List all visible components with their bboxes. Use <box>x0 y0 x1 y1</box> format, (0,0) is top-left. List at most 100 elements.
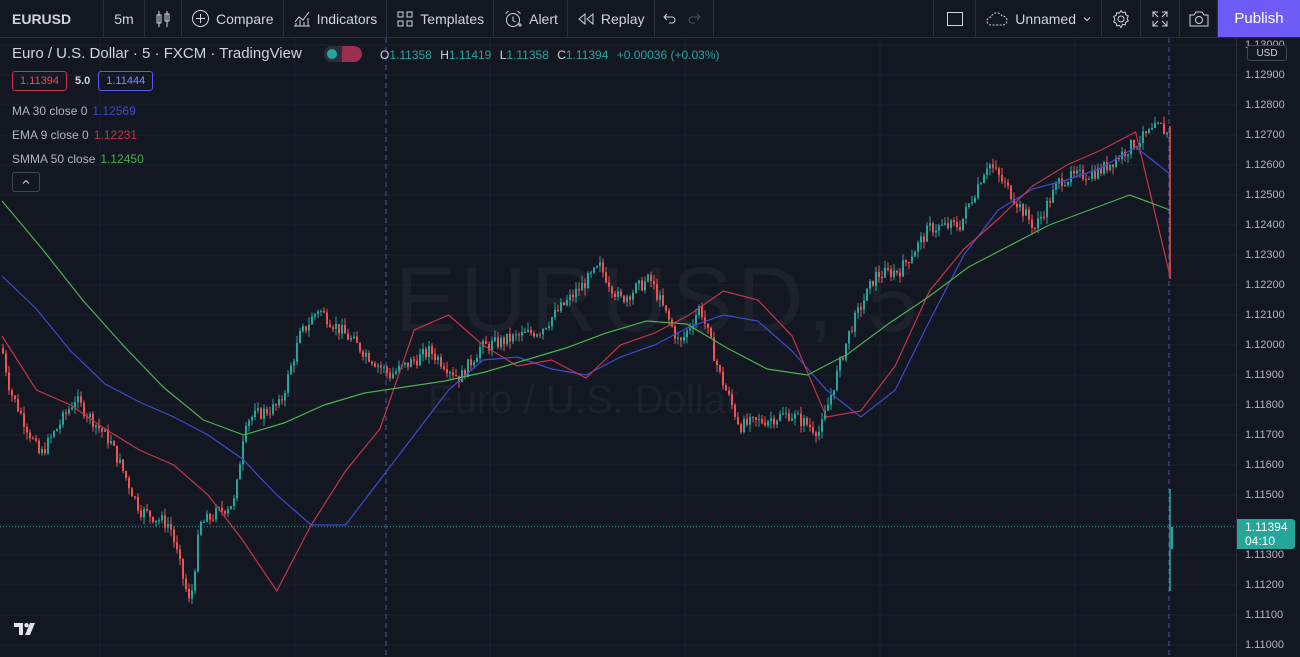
candle-body <box>35 438 37 441</box>
candle-body <box>542 329 544 335</box>
legend-collapse-button[interactable] <box>12 172 40 192</box>
candle-body <box>1007 182 1009 186</box>
candle-body <box>230 506 232 510</box>
candle-body <box>998 168 1000 175</box>
candle-body <box>284 392 286 401</box>
candle-body <box>251 417 253 421</box>
candle-body <box>512 334 514 342</box>
layout-name-button[interactable]: Unnamed <box>976 0 1102 37</box>
candle-body <box>1001 174 1003 182</box>
candle-body <box>689 328 691 331</box>
candle-body <box>74 402 76 408</box>
candle-body <box>1085 179 1087 181</box>
grid-icon <box>396 10 414 28</box>
rewind-icon <box>577 10 595 28</box>
candle-body <box>965 207 967 219</box>
candle-body <box>182 558 184 579</box>
candle-body <box>788 413 790 421</box>
candle-body <box>296 342 298 362</box>
candle-body <box>410 359 412 368</box>
candle-body <box>857 307 859 313</box>
candle-body <box>1079 169 1081 171</box>
candle-body <box>5 353 7 373</box>
high-key: H <box>440 48 449 62</box>
candle-body <box>1157 122 1159 124</box>
fullscreen-button[interactable] <box>1141 0 1180 37</box>
candle-body <box>20 411 22 414</box>
price-tick-label: 1.12400 <box>1245 219 1285 231</box>
price-scale[interactable]: 1.130001.129001.128001.127001.126001.125… <box>1236 38 1300 657</box>
candle-body <box>815 432 817 437</box>
candle-body <box>1094 171 1096 179</box>
candle-body <box>452 372 454 376</box>
candle-body <box>227 509 229 514</box>
snapshot-button[interactable] <box>1180 0 1218 37</box>
candle-body <box>944 222 946 225</box>
study-smma[interactable]: SMMA 50 close 1.12450 <box>12 152 144 166</box>
candle-body <box>200 521 202 535</box>
candle-body <box>11 390 13 396</box>
candle-body <box>347 333 349 340</box>
compare-label: Compare <box>216 10 274 27</box>
interval-button[interactable]: 5m <box>104 0 145 37</box>
chart-pane[interactable]: EURUSD, 5 Euro / U.S. Dollar Euro / U.S.… <box>0 38 1236 657</box>
gear-icon <box>1111 9 1131 29</box>
candle-body <box>896 270 898 273</box>
study-ema[interactable]: EMA 9 close 0 1.12231 <box>12 128 137 142</box>
layout-name-label: Unnamed <box>1015 10 1076 27</box>
candle-body <box>17 398 19 412</box>
candle-body <box>557 309 559 312</box>
publish-button[interactable]: Publish <box>1218 0 1300 37</box>
candle-body <box>137 496 139 511</box>
chevron-down-icon <box>1082 14 1092 24</box>
symbol-search-button[interactable]: EURUSD <box>0 0 104 37</box>
candle-body <box>38 440 40 454</box>
compare-button[interactable]: Compare <box>182 0 284 37</box>
ohlc-values: O1.11358 H1.11419 L1.11358 C1.11394 +0.0… <box>380 48 725 62</box>
candle-body <box>830 395 832 405</box>
candle-body <box>659 295 661 300</box>
currency-button[interactable]: USD <box>1247 45 1287 61</box>
candle-body <box>593 267 595 273</box>
chart-type-button[interactable] <box>145 0 182 37</box>
candle-body <box>536 334 538 337</box>
replay-button[interactable]: Replay <box>568 0 655 37</box>
sell-price-button[interactable]: 1.11394 <box>12 71 67 91</box>
candle-body <box>515 334 517 336</box>
candle-body <box>956 222 958 228</box>
candle-body <box>872 280 874 286</box>
candle-body <box>761 419 763 423</box>
study-ma[interactable]: MA 30 close 0 1.12569 <box>12 104 136 118</box>
candle-body <box>650 274 652 282</box>
settings-button[interactable] <box>1102 0 1141 37</box>
alert-button[interactable]: Alert <box>494 0 568 37</box>
symbol-description[interactable]: Euro / U.S. Dollar · 5 · FXCM · TradingV… <box>12 45 302 62</box>
buy-price-button[interactable]: 1.11444 <box>98 71 154 91</box>
undo-button[interactable] <box>655 0 683 37</box>
candle-body <box>236 479 238 499</box>
candle-body <box>128 477 130 489</box>
candle-body <box>425 348 427 358</box>
plus-circle-icon <box>191 9 210 28</box>
layout-select-button[interactable] <box>934 0 977 37</box>
candle-body <box>56 428 58 432</box>
indicators-button[interactable]: Indicators <box>284 0 388 37</box>
candle-body <box>665 305 667 311</box>
candle-body <box>362 351 364 357</box>
candle-body <box>1043 216 1045 218</box>
replay-label: Replay <box>600 10 645 27</box>
candle-body <box>539 334 541 336</box>
templates-button[interactable]: Templates <box>387 0 495 37</box>
candle-body <box>533 333 535 337</box>
toggle-knob <box>327 49 337 59</box>
tradingview-logo-icon[interactable] <box>14 622 38 639</box>
redo-button[interactable] <box>683 0 714 37</box>
candle-body <box>1151 127 1153 130</box>
redo-icon <box>687 11 703 27</box>
candle-body <box>491 340 493 351</box>
top-toolbar: EURUSD 5m Compare Indicators Templates A… <box>0 0 1300 38</box>
candle-body <box>734 405 736 417</box>
market-status-toggle[interactable] <box>324 46 362 62</box>
candle-body <box>314 314 316 317</box>
candle-body <box>407 362 409 368</box>
